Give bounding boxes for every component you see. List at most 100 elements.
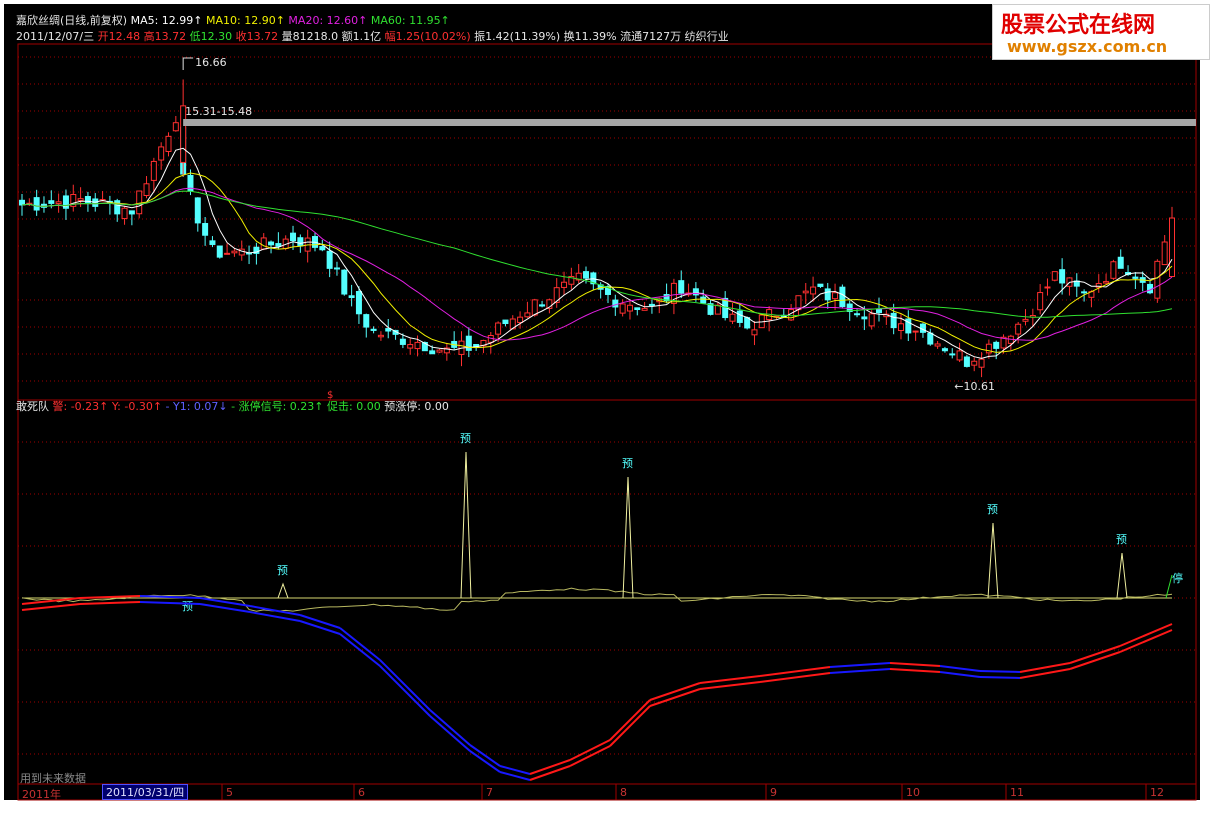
pre-limit-spike-small-label: 预 [277, 564, 288, 577]
candle-body [1132, 276, 1139, 279]
candle-body [861, 316, 868, 320]
y-curve-segment [609, 699, 651, 741]
candle-body [817, 283, 824, 287]
candle-body [956, 350, 963, 361]
chart-grid [17, 43, 1197, 801]
header-quote-item-9: 换11.39% [560, 30, 617, 43]
indicator-item-1: 警: -0.23↑ [52, 400, 112, 413]
candle-body [751, 329, 758, 336]
signal-wave-line [21, 587, 1173, 612]
candle-body [824, 288, 831, 301]
candle-body [912, 330, 919, 333]
candle-body [934, 343, 941, 347]
header-quote-item-5: 量81218.0 [278, 30, 339, 43]
y1-curve-segment [379, 665, 431, 717]
month-label-5: 5 [226, 786, 233, 799]
candle-body [150, 160, 157, 181]
pre-limit-spike-3 [987, 522, 999, 599]
y-curve-segment [889, 662, 941, 667]
candle-body [1044, 286, 1051, 289]
candle-body [231, 250, 238, 254]
pre-limit-spike-4-label: 预 [1116, 533, 1127, 546]
candle-body [648, 303, 655, 307]
candle-body [319, 246, 326, 251]
header-ma-item-2: MA10: 12.90↑ [202, 14, 285, 27]
candle-body [876, 308, 883, 314]
logo-url: www.gszx.com.cn [1007, 37, 1168, 56]
candle-body [348, 295, 355, 299]
candle-body [48, 200, 55, 204]
y1-curve-segment [939, 671, 981, 678]
candle-body [377, 334, 384, 338]
candle-body [84, 196, 91, 204]
y-curve-segment [529, 759, 571, 775]
month-label-11: 11 [1010, 786, 1024, 799]
y-curve-segment [699, 675, 761, 684]
indicator-item-0: 敢死队 [16, 400, 53, 413]
candle-body [963, 356, 970, 367]
time-axis[interactable]: 2011年 5 6 7 8 9 10 11 12 [18, 784, 1196, 801]
candle-body [436, 349, 443, 353]
candle-body [1110, 261, 1117, 279]
header-quote-item-10: 流通7127万 [616, 30, 682, 43]
y1-curve-segment [609, 705, 651, 747]
candle-body [158, 146, 165, 161]
candle-body [275, 243, 282, 247]
resistance-band [183, 119, 1197, 126]
candle-body [561, 281, 568, 288]
y-curve-segment [1119, 623, 1173, 647]
site-logo: 股票公式在线网 www.gszx.com.cn [992, 4, 1210, 60]
pre-limit-spike-3-label: 预 [987, 503, 998, 516]
band-price-label: 15.31-15.48 [185, 105, 252, 118]
candle-body [634, 307, 641, 310]
candle-body [1154, 260, 1161, 299]
month-label-12: 12 [1150, 786, 1164, 799]
month-label-6: 6 [358, 786, 365, 799]
header-quote-item-2: 高13.72 [140, 30, 187, 43]
ma20-line [21, 187, 1173, 341]
candle-body [194, 197, 201, 224]
candle-body [897, 323, 904, 332]
candle-body [978, 358, 985, 368]
candle-body [297, 237, 304, 247]
candle-body [517, 316, 524, 323]
pre-limit-spike-1-label: 预 [460, 432, 471, 445]
candle-body [890, 312, 897, 329]
candle-body [333, 267, 340, 270]
candle-body [941, 348, 948, 352]
y1-curve-segment [829, 668, 891, 674]
header-ma-item-3: MA20: 12.60↑ [284, 14, 368, 27]
header-quote-item-6: 额1.1亿 [338, 30, 382, 43]
candle-body [993, 341, 1000, 349]
pre-limit-spike-1 [460, 451, 472, 599]
candle-body [77, 198, 84, 201]
logo-title: 股票公式在线网 [1001, 13, 1156, 38]
candle-body [1059, 269, 1066, 284]
y1-curve-segment [429, 715, 471, 752]
candle-body [802, 290, 809, 294]
candle-body [399, 338, 406, 345]
cursor-date-label: 2011/03/31/四 [102, 784, 189, 800]
header-quote-item-8: 振1.42(11.39%) [470, 30, 561, 43]
indicator-header-line: 敢死队 警: -0.23↑ Y: -0.30↑ - Y1: 0.07↓ - 涨停… [16, 400, 449, 413]
quote-header-ma-line: 嘉欣丝绸(日线,前复权) MA5: 12.99↑ MA10: 12.90↑ MA… [16, 14, 450, 27]
pre-limit-spike-small [277, 582, 289, 599]
candle-body [1081, 291, 1088, 294]
candle-body [268, 241, 275, 246]
candle-body [465, 335, 472, 351]
pre-limit-spike-4 [1116, 552, 1128, 599]
y1-curve-segment [979, 676, 1021, 679]
indicator-item-6: 预涨停: 0.00 [384, 400, 449, 413]
candle-body [136, 190, 143, 215]
high-marker [182, 57, 194, 70]
candle-body [531, 299, 538, 316]
candle-body [429, 350, 436, 355]
candle-body [355, 291, 362, 315]
y1-curve-segment [699, 681, 761, 690]
candle-body [187, 174, 194, 192]
candle-body [290, 232, 297, 242]
candle-body [1103, 281, 1110, 284]
candle-body [626, 304, 633, 312]
month-label-8: 8 [620, 786, 627, 799]
high-price-label: 16.66 [195, 56, 227, 69]
